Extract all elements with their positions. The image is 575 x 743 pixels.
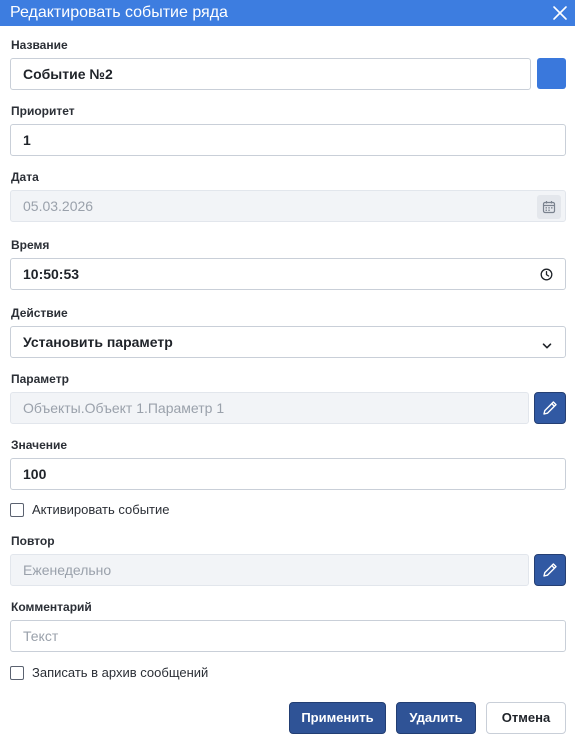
name-label: Название — [11, 38, 68, 52]
date-label: Дата — [11, 170, 39, 184]
close-icon[interactable] — [550, 3, 570, 23]
action-select-value: Установить параметр — [23, 334, 173, 350]
pencil-icon — [543, 563, 557, 577]
dialog-titlebar: Редактировать событие ряда — [0, 0, 575, 26]
calendar-icon[interactable] — [537, 195, 561, 219]
chevron-down-icon[interactable] — [542, 338, 552, 349]
priority-field[interactable] — [10, 124, 566, 156]
parameter-field[interactable] — [10, 392, 529, 424]
value-field[interactable] — [10, 458, 566, 490]
value-label: Значение — [11, 438, 68, 452]
time-label: Время — [11, 238, 50, 252]
name-input[interactable] — [11, 59, 530, 89]
priority-label: Приоритет — [11, 104, 75, 118]
comment-label: Комментарий — [11, 600, 92, 614]
comment-input[interactable] — [11, 621, 565, 651]
activate-event-label: Активировать событие — [32, 502, 170, 517]
parameter-label: Параметр — [11, 372, 69, 386]
pencil-icon — [543, 401, 557, 415]
action-select[interactable]: Установить параметр — [10, 326, 566, 358]
apply-button[interactable]: Применить — [289, 702, 386, 734]
activate-event-checkbox[interactable] — [10, 503, 24, 517]
cancel-button[interactable]: Отмена — [486, 702, 566, 734]
action-label: Действие — [11, 306, 68, 320]
repeat-input[interactable] — [11, 555, 528, 585]
date-field[interactable] — [10, 190, 566, 222]
dialog-title: Редактировать событие ряда — [10, 4, 228, 21]
time-field[interactable] — [10, 258, 566, 290]
comment-field[interactable] — [10, 620, 566, 652]
color-picker-button[interactable] — [537, 58, 566, 89]
edit-repeat-button[interactable] — [534, 554, 566, 586]
time-input[interactable] — [11, 259, 565, 289]
repeat-label: Повтор — [11, 534, 55, 548]
archive-messages-row[interactable]: Записать в архив сообщений — [10, 665, 310, 681]
date-input[interactable] — [11, 191, 565, 221]
name-field[interactable] — [10, 58, 531, 90]
activate-event-row[interactable]: Активировать событие — [10, 502, 310, 518]
clock-icon[interactable] — [540, 268, 553, 281]
archive-messages-checkbox[interactable] — [10, 666, 24, 680]
value-input[interactable] — [11, 459, 565, 489]
delete-button[interactable]: Удалить — [396, 702, 476, 734]
edit-parameter-button[interactable] — [534, 392, 566, 424]
archive-messages-label: Записать в архив сообщений — [32, 665, 209, 680]
priority-input[interactable] — [11, 125, 565, 155]
parameter-input[interactable] — [11, 393, 528, 423]
repeat-field[interactable] — [10, 554, 529, 586]
